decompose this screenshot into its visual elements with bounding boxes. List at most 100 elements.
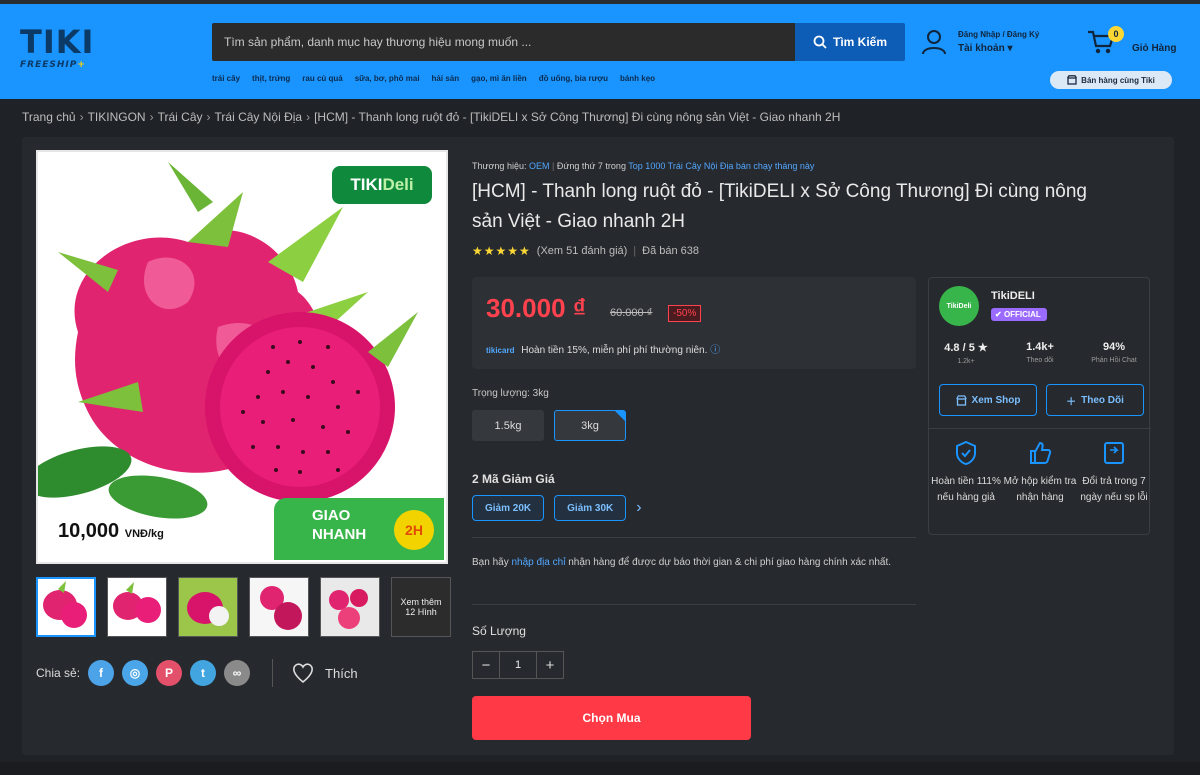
perk-item: Hoàn tiền 111% nếu hàng giả: [929, 438, 1003, 506]
messenger-icon[interactable]: ◎: [122, 660, 149, 686]
perk-text: Hoàn tiền 111% nếu hàng giả: [931, 476, 1001, 503]
official-label: OFFICIAL: [1003, 310, 1041, 319]
breadcrumb: Trang chủ › TIKINGON › Trái Cây › Trái Cây …: [22, 110, 840, 124]
search-input[interactable]: [212, 23, 795, 61]
seller-stat: 1.4k+ Theo dõi: [1003, 341, 1077, 365]
discount-badge: -50%: [668, 305, 702, 322]
sell-with-tiki-button[interactable]: Bán hàng cùng Tiki: [1050, 71, 1172, 89]
return-box-icon: [1077, 438, 1151, 468]
thumbnail[interactable]: [107, 577, 167, 637]
breadcrumb-separator: ›: [79, 110, 84, 124]
like-button[interactable]: Thích: [291, 662, 358, 684]
heart-icon: [293, 663, 314, 684]
official-check-icon: ✔: [995, 310, 1004, 319]
share-label: Chia sẻ:: [36, 666, 81, 680]
account-menu[interactable]: Đăng Nhập / Đăng Ký Tài khoản ▾: [920, 28, 1039, 56]
thumbnail-strip: Xem thêm 12 Hình: [36, 577, 451, 637]
image-price-value: 10,000: [58, 520, 120, 542]
image-price-unit: VNĐ/kg: [124, 528, 164, 540]
weight-options: 1.5kg 3kg: [472, 410, 626, 441]
weight-option[interactable]: 1.5kg: [472, 410, 544, 441]
login-register-label: Đăng Nhập / Đăng Ký: [958, 30, 1040, 39]
category-link[interactable]: hải sản: [432, 74, 460, 83]
logo-text: TIKI: [20, 23, 95, 61]
category-link[interactable]: trái cây: [212, 74, 240, 83]
breadcrumb-item[interactable]: Trái Cây: [158, 110, 203, 124]
quantity-input[interactable]: 1: [500, 651, 536, 679]
quantity-increase-button[interactable]: +: [536, 651, 564, 679]
shop-icon: [955, 394, 967, 406]
thumbnail[interactable]: [36, 577, 96, 637]
follow-button[interactable]: ＋ Theo Dõi: [1046, 384, 1144, 416]
quantity-decrease-button[interactable]: −: [472, 651, 500, 679]
enter-address-link[interactable]: nhập địa chỉ: [511, 557, 565, 568]
search-button[interactable]: Tìm Kiếm: [795, 23, 905, 61]
thumbnail-image: [250, 578, 308, 636]
category-link[interactable]: sữa, bơ, phô mai: [355, 74, 420, 83]
category-link[interactable]: rau củ quả: [302, 74, 342, 83]
share-divider: [272, 659, 274, 687]
coupon-tag[interactable]: Giảm 30K: [554, 495, 627, 521]
seller-name[interactable]: TikiDELI: [991, 290, 1035, 302]
coupon-tag[interactable]: Giảm 20K: [472, 495, 545, 521]
seller-buttons: Xem Shop ＋ Theo Dõi: [939, 384, 1144, 416]
section-divider: [472, 604, 916, 605]
seller-avatar[interactable]: TikiDeli: [939, 286, 979, 326]
category-link[interactable]: bánh kẹo: [620, 74, 655, 83]
like-label: Thích: [325, 665, 358, 681]
image-price-tag: 10,000 VNĐ/kg: [58, 520, 164, 543]
site-header: TIKI FREESHIP+ Tìm Kiếm trái cây thịt, t…: [0, 4, 1200, 99]
breadcrumb-item[interactable]: TIKINGON: [88, 110, 146, 124]
quantity-label: Số Lượng: [472, 624, 526, 638]
category-link[interactable]: đồ uống, bia rượu: [539, 74, 608, 83]
follow-label: Theo Dõi: [1081, 394, 1124, 406]
category-link[interactable]: thịt, trứng: [252, 74, 290, 83]
thumbnail[interactable]: [178, 577, 238, 637]
rating-line: ★★★★★ (Xem 51 đánh giá) | Đã bán 638: [472, 244, 699, 258]
info-icon: ⓘ: [710, 345, 721, 356]
rank-link[interactable]: Top 1000 Trái Cây Nội Địa bán chạy tháng…: [628, 161, 814, 171]
seller-card: TikiDeli TikiDELI ✔ OFFICIAL 4.8 / 5 ★ 1…: [928, 277, 1151, 535]
copy-link-icon[interactable]: ∞: [224, 660, 251, 686]
brand-link[interactable]: OEM: [529, 161, 550, 171]
review-count-link[interactable]: (Xem 51 đánh giá): [537, 245, 628, 257]
address-note: Bạn hãy nhập địa chỉ nhận hàng để được d…: [472, 554, 922, 571]
more-images-thumbnail[interactable]: Xem thêm 12 Hình: [391, 577, 451, 637]
cart-button[interactable]: 0 Giỏ Hàng: [1086, 26, 1176, 56]
cashback-line[interactable]: tikicard Hoàn tiền 15%, miễn phí phí thư…: [486, 341, 720, 356]
category-link[interactable]: gạo, mì ăn liền: [471, 74, 527, 83]
buy-button[interactable]: Chọn Mua: [472, 696, 751, 740]
seller-stat-label: Theo dõi: [1026, 357, 1054, 364]
two-hour-badge: 2H: [394, 510, 434, 550]
thumbnail[interactable]: [249, 577, 309, 637]
weight-option-selected[interactable]: 3kg: [554, 410, 626, 441]
tiki-logo[interactable]: TIKI FREESHIP+: [20, 26, 100, 70]
breadcrumb-item[interactable]: Trang chủ: [22, 110, 76, 124]
chevron-right-icon[interactable]: ›: [636, 499, 641, 517]
thumbnail-image: [179, 578, 237, 636]
view-shop-button[interactable]: Xem Shop: [939, 384, 1037, 416]
price-box: 30.000 ₫ 60.000 ₫ -50% tikicard Hoàn tiề…: [472, 277, 916, 369]
product-main-image[interactable]: TIKI Deli 10,000 VNĐ/kg GIAO NHANH 2H: [36, 150, 448, 564]
perk-item: Đổi trả trong 7 ngày nếu sp lỗi: [1077, 438, 1151, 506]
twitter-icon[interactable]: t: [190, 660, 217, 686]
thumbnail[interactable]: [320, 577, 380, 637]
share-bar: Chia sẻ: f ◎ P t ∞ Thích: [36, 659, 358, 687]
tikideli-badge-tiki: TIKI: [350, 175, 383, 194]
coupon-list: Giảm 20K Giảm 30K ›: [472, 495, 642, 521]
rating-divider: |: [633, 245, 637, 257]
seller-stat-value: 4.8 / 5 ★: [944, 342, 988, 354]
breadcrumb-item[interactable]: Trái Cây Nội Địa: [215, 110, 303, 124]
logo-freeship: FREESHIP+: [20, 60, 100, 70]
fast-delivery-badge: GIAO NHANH 2H: [274, 498, 444, 560]
breadcrumb-separator: ›: [306, 110, 311, 124]
weight-label: Trọng lượng: 3kg: [472, 388, 549, 399]
pinterest-icon[interactable]: P: [156, 660, 183, 686]
address-note-after: nhận hàng để được dự báo thời gian & chi…: [565, 557, 892, 568]
logo-freeship-plus: +: [77, 60, 86, 70]
thumbnail-image: [43, 581, 87, 628]
quantity-stepper: − 1 +: [472, 651, 564, 679]
sell-button-label: Bán hàng cùng Tiki: [1081, 75, 1155, 85]
facebook-icon[interactable]: f: [88, 660, 115, 686]
tikideli-badge-deli: Deli: [382, 175, 414, 194]
